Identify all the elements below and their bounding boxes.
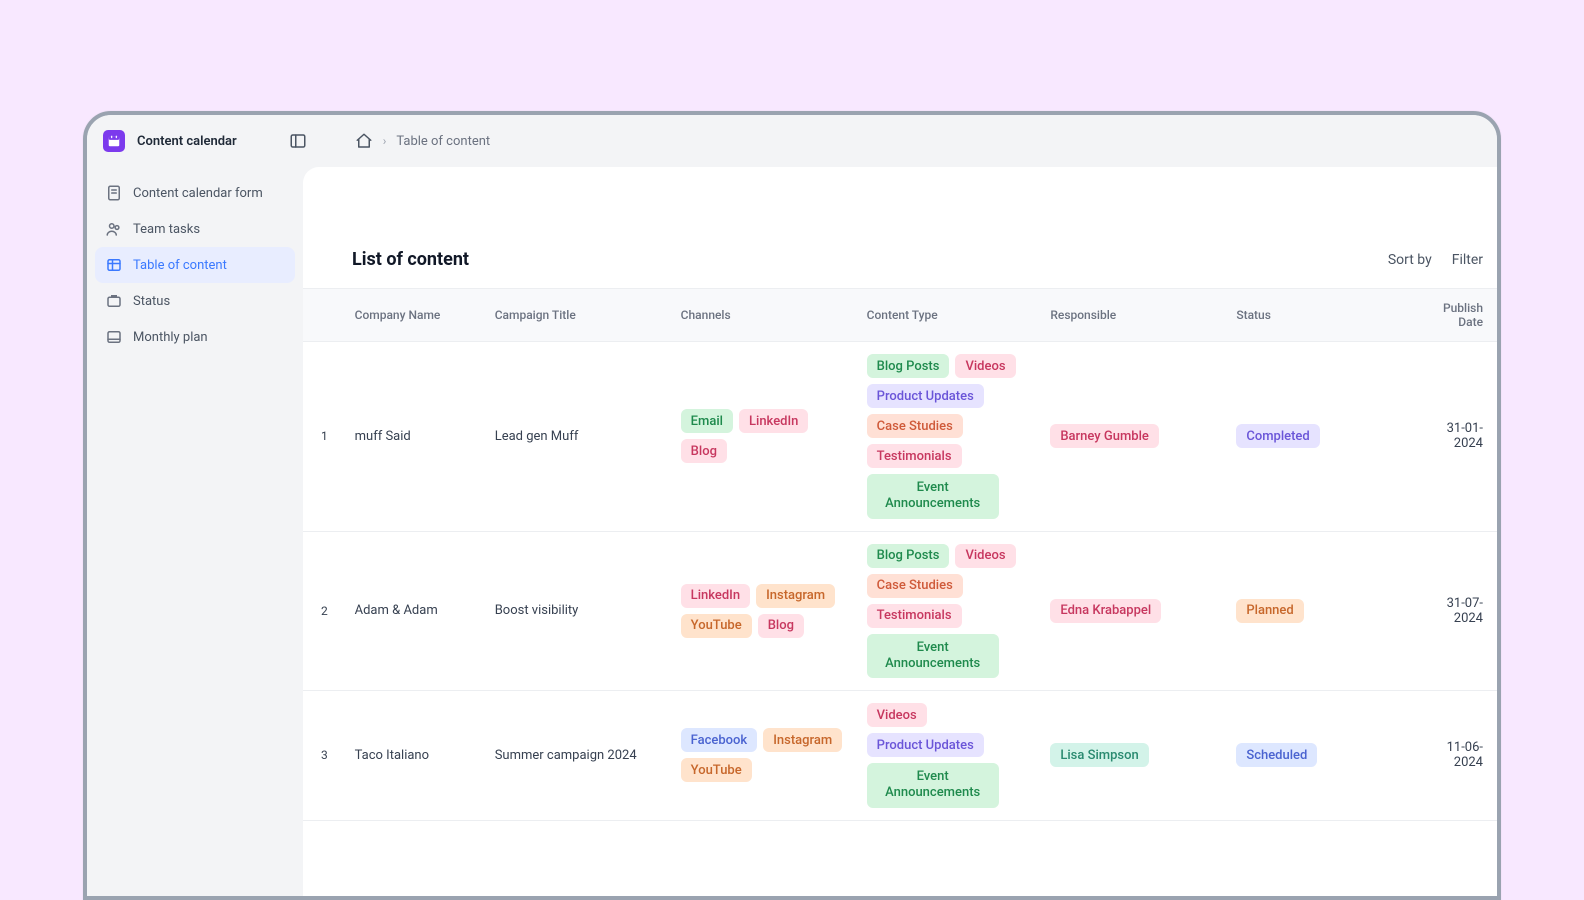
chevron-right-icon: › (383, 134, 387, 148)
breadcrumb-current[interactable]: Table of content (396, 134, 490, 149)
main-panel: List of content Sort by Filter (303, 167, 1497, 896)
row-index: 3 (303, 691, 347, 821)
col-campaign[interactable]: Campaign Title (487, 289, 673, 342)
content-type-tag[interactable]: Event Announcements (867, 474, 999, 519)
table-row[interactable]: 3Taco ItalianoSummer campaign 2024Facebo… (303, 691, 1497, 821)
cell-publish-date: 31-01-2024 (1414, 342, 1497, 532)
content-type-tag[interactable]: Videos (955, 544, 1015, 568)
cell-publish-date: 11-06-2024 (1414, 691, 1497, 821)
cell-status: Completed (1228, 342, 1414, 532)
list-header: List of content Sort by Filter (303, 249, 1497, 288)
content-type-tag[interactable]: Blog Posts (867, 544, 950, 568)
cell-campaign: Summer campaign 2024 (487, 691, 673, 821)
status-tag[interactable]: Completed (1236, 424, 1319, 448)
content-type-tag[interactable]: Blog Posts (867, 354, 950, 378)
channel-tag[interactable]: Instagram (756, 584, 835, 608)
channel-tag[interactable]: LinkedIn (739, 409, 808, 433)
breadcrumb: › Table of content (355, 132, 490, 150)
sidebar-item-label: Monthly plan (133, 330, 208, 345)
table-head: Company Name Campaign Title Channels Con… (303, 289, 1497, 342)
content-type-tag[interactable]: Event Announcements (867, 634, 999, 679)
cell-publish-date: 31-07-2024 (1414, 531, 1497, 691)
sidebar-item-content-calendar-form[interactable]: Content calendar form (95, 175, 295, 211)
channel-tag[interactable]: Facebook (681, 728, 758, 752)
content-type-tag[interactable]: Videos (955, 354, 1015, 378)
list-actions: Sort by Filter (1388, 252, 1483, 268)
channel-tag[interactable]: YouTube (681, 758, 752, 782)
table-row[interactable]: 1muff SaidLead gen Muff EmailLinkedIn Blog… (303, 342, 1497, 532)
col-responsible[interactable]: Responsible (1042, 289, 1228, 342)
channel-tag[interactable]: Email (681, 409, 733, 433)
sidebar: Content calendar form Team tasks Table o… (87, 167, 303, 896)
cell-channels: LinkedInInstagramYouTubeBlog (673, 531, 859, 691)
col-company[interactable]: Company Name (347, 289, 487, 342)
sidebar-item-status[interactable]: Status (95, 283, 295, 319)
cell-campaign: Boost visibility (487, 531, 673, 691)
topbar: Content calendar › Table of content (87, 115, 1497, 167)
content-type-tag[interactable]: Product Updates (867, 733, 984, 757)
cell-channels: EmailLinkedIn Blog (673, 342, 859, 532)
calendar-app-icon (103, 130, 125, 152)
channel-tag[interactable]: Blog (681, 439, 727, 463)
cell-status: Scheduled (1228, 691, 1414, 821)
content-type-tag[interactable]: Testimonials (867, 604, 962, 628)
app-title: Content calendar (137, 134, 237, 149)
body: Content calendar form Team tasks Table o… (87, 167, 1497, 896)
app-window: Content calendar › Table of content (83, 111, 1501, 900)
channel-tag[interactable]: Blog (758, 614, 804, 638)
channel-tag[interactable]: LinkedIn (681, 584, 750, 608)
home-icon[interactable] (355, 132, 373, 150)
sidebar-item-label: Status (133, 294, 170, 309)
main-padding: List of content Sort by Filter (303, 167, 1497, 821)
responsible-tag[interactable]: Lisa Simpson (1050, 743, 1148, 767)
channel-tag[interactable]: YouTube (681, 614, 752, 638)
cell-campaign: Lead gen Muff (487, 342, 673, 532)
content-type-tag[interactable]: Event Announcements (867, 763, 999, 808)
sidebar-item-label: Table of content (133, 258, 227, 273)
col-channels[interactable]: Channels (673, 289, 859, 342)
content-type-tag[interactable]: Testimonials (867, 444, 962, 468)
table-body: 1muff SaidLead gen MuffEmailLinkedInBlog… (303, 342, 1497, 821)
col-status[interactable]: Status (1228, 289, 1414, 342)
cell-responsible: Edna Krabappel (1042, 531, 1228, 691)
cell-company: Adam & Adam (347, 531, 487, 691)
app-inner: Content calendar › Table of content (87, 115, 1497, 896)
status-tag[interactable]: Planned (1236, 599, 1303, 623)
table-row[interactable]: 2Adam & AdamBoost visibilityLinkedInInst… (303, 531, 1497, 691)
sidebar-item-team-tasks[interactable]: Team tasks (95, 211, 295, 247)
content-table: Company Name Campaign Title Channels Con… (303, 288, 1497, 821)
cell-status: Planned (1228, 531, 1414, 691)
col-content-type[interactable]: Content Type (859, 289, 1043, 342)
sidebar-item-label: Content calendar form (133, 186, 263, 201)
status-tag[interactable]: Scheduled (1236, 743, 1317, 767)
content-type-tag[interactable]: Videos (867, 703, 927, 727)
cell-responsible: Barney Gumble (1042, 342, 1228, 532)
responsible-tag[interactable]: Barney Gumble (1050, 424, 1159, 448)
content-type-tag[interactable]: Product Updates (867, 384, 984, 408)
cell-content-type: Videos Product Updates Event Announcements (859, 691, 1043, 821)
content-type-tag[interactable]: Case Studies (867, 574, 963, 598)
cell-channels: FacebookInstagram YouTube (673, 691, 859, 821)
sidebar-item-table-of-content[interactable]: Table of content (95, 247, 295, 283)
col-index (303, 289, 347, 342)
row-index: 2 (303, 531, 347, 691)
cell-content-type: Blog PostsVideos Product Updates Case Stud… (859, 342, 1043, 532)
cell-responsible: Lisa Simpson (1042, 691, 1228, 821)
filter-button[interactable]: Filter (1452, 252, 1483, 268)
cell-company: Taco Italiano (347, 691, 487, 821)
cell-company: muff Said (347, 342, 487, 532)
channel-tag[interactable]: Instagram (763, 728, 842, 752)
list-title: List of content (352, 249, 469, 270)
sidebar-item-label: Team tasks (133, 222, 200, 237)
sidebar-collapse-button[interactable] (287, 130, 309, 152)
sidebar-item-monthly-plan[interactable]: Monthly plan (95, 319, 295, 355)
cell-content-type: Blog PostsVideos Case Studies Testimonials… (859, 531, 1043, 691)
responsible-tag[interactable]: Edna Krabappel (1050, 599, 1161, 623)
content-type-tag[interactable]: Case Studies (867, 414, 963, 438)
sort-by-button[interactable]: Sort by (1388, 252, 1432, 268)
col-publish-date[interactable]: Publish Date (1414, 289, 1497, 342)
row-index: 1 (303, 342, 347, 532)
